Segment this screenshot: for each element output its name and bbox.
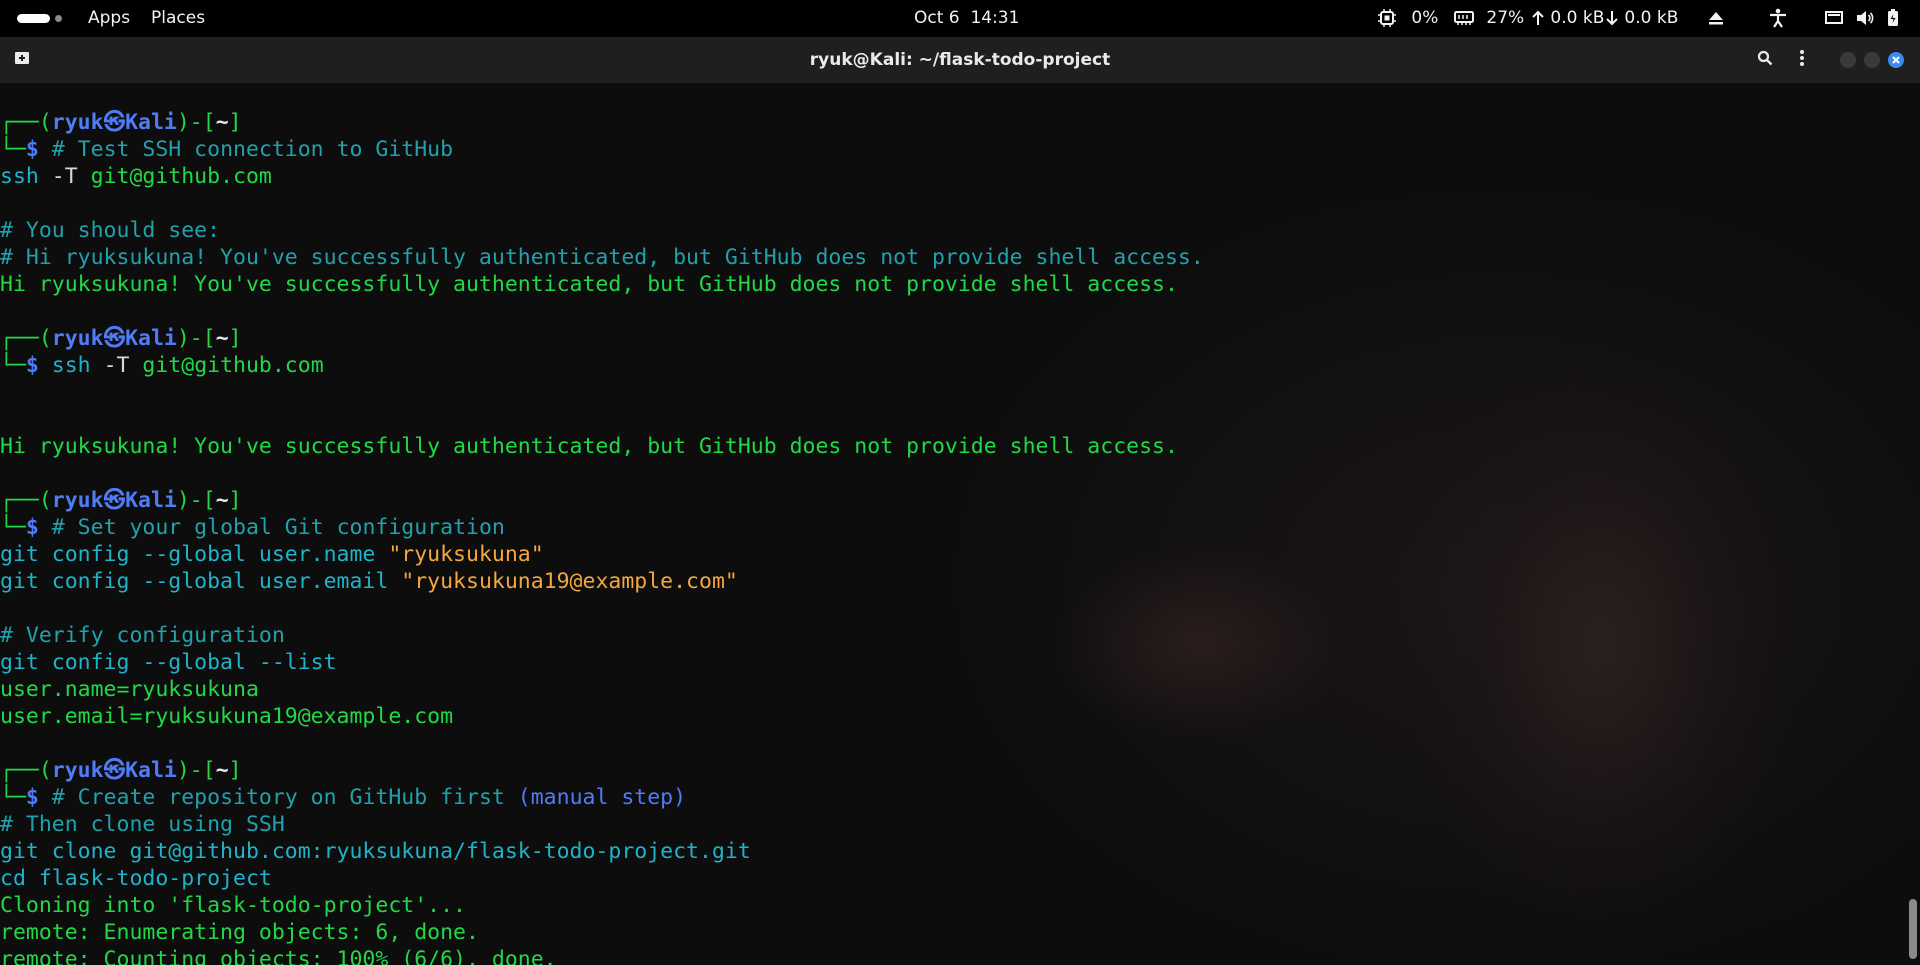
output-line: cd flask-todo-project xyxy=(0,866,272,891)
cpu-icon xyxy=(1378,9,1396,27)
terminal-title-bar: ryuk@Kali: ~/flask-todo-project xyxy=(0,37,1920,83)
system-top-bar: Apps Places Oct 6 14:31 0% 27% 0.0 kB 0.… xyxy=(0,0,1920,37)
output-line: git config --global user.email "ryuksuku… xyxy=(0,569,738,594)
arrow-down-icon xyxy=(1606,11,1618,26)
kebab-menu-icon xyxy=(1800,50,1804,66)
arrow-up-icon xyxy=(1532,10,1544,25)
command-line: └─$ ssh -T git@github.com xyxy=(0,353,324,378)
output-line: user.name=ryuksukuna xyxy=(0,677,259,702)
system-status-menu[interactable] xyxy=(1825,0,1899,37)
output-line: git config --global user.name "ryuksukun… xyxy=(0,542,544,567)
close-button[interactable] xyxy=(1888,52,1904,68)
eject-icon xyxy=(1709,12,1723,25)
scrollbar-thumb[interactable] xyxy=(1909,899,1917,959)
command-line: └─$ # Set your global Git configuration xyxy=(0,515,505,540)
prompt-line: ┌──(ryuk㉿Kali)-[~] xyxy=(0,326,242,351)
command-line: └─$ # Create repository on GitHub first … xyxy=(0,785,687,810)
maximize-button[interactable] xyxy=(1864,52,1880,68)
menu-button[interactable] xyxy=(1799,49,1813,71)
screen-icon xyxy=(1825,11,1843,24)
memory-indicator[interactable]: 27% xyxy=(1454,0,1524,37)
accessibility-icon xyxy=(1770,8,1786,28)
memory-usage: 27% xyxy=(1486,8,1525,28)
output-line: user.email=ryuksukuna19@example.com xyxy=(0,704,454,729)
terminal-scrollbar[interactable] xyxy=(1906,83,1920,965)
search-icon xyxy=(1757,50,1773,66)
prompt-line: ┌──(ryuk㉿Kali)-[~] xyxy=(0,110,242,135)
places-menu[interactable]: Places xyxy=(151,0,205,37)
prompt-line: ┌──(ryuk㉿Kali)-[~] xyxy=(0,758,242,783)
download-indicator: 0.0 kB xyxy=(1606,0,1678,37)
output-line: # Hi ryuksukuna! You've successfully aut… xyxy=(0,245,1204,270)
battery-icon xyxy=(1887,9,1898,26)
output-line: git clone git@github.com:ryuksukuna/flas… xyxy=(0,839,751,864)
download-rate: 0.0 kB xyxy=(1624,8,1679,28)
cpu-usage: 0% xyxy=(1411,8,1439,28)
terminal-output[interactable]: ┌──(ryuk㉿Kali)-[~] └─$ # Test SSH connec… xyxy=(0,83,1920,965)
output-line: remote: Counting objects: 100% (6/6), do… xyxy=(0,947,557,965)
minimize-button[interactable] xyxy=(1840,52,1856,68)
output-line: git config --global --list xyxy=(0,650,337,675)
output-line: # Then clone using SSH xyxy=(0,812,285,837)
close-icon xyxy=(1892,56,1900,64)
output-line: # You should see: xyxy=(0,218,221,243)
clock[interactable]: Oct 6 14:31 xyxy=(914,0,1019,37)
command-line: └─$ # Test SSH connection to GitHub xyxy=(0,137,454,162)
eject-button[interactable] xyxy=(1708,0,1724,37)
activities-button[interactable] xyxy=(10,6,70,31)
output-line: Hi ryuksukuna! You've successfully authe… xyxy=(0,272,1178,297)
clock-date: Oct 6 xyxy=(914,8,960,28)
cpu-indicator[interactable]: 0% xyxy=(1378,0,1438,37)
upload-rate: 0.0 kB xyxy=(1550,8,1605,28)
accessibility-button[interactable] xyxy=(1769,0,1787,37)
clock-time: 14:31 xyxy=(970,8,1020,28)
output-line: remote: Enumerating objects: 6, done. xyxy=(0,920,479,945)
search-button[interactable] xyxy=(1757,50,1777,70)
memory-icon xyxy=(1454,11,1474,25)
window-title: ryuk@Kali: ~/flask-todo-project xyxy=(809,50,1111,70)
output-line: ssh -T git@github.com xyxy=(0,164,272,189)
output-line: Cloning into 'flask-todo-project'... xyxy=(0,893,466,918)
volume-icon xyxy=(1857,11,1874,25)
prompt-line: ┌──(ryuk㉿Kali)-[~] xyxy=(0,488,242,513)
output-line: # Verify configuration xyxy=(0,623,285,648)
upload-indicator: 0.0 kB xyxy=(1532,0,1604,37)
output-line: Hi ryuksukuna! You've successfully authe… xyxy=(0,434,1178,459)
apps-menu[interactable]: Apps xyxy=(88,0,130,37)
